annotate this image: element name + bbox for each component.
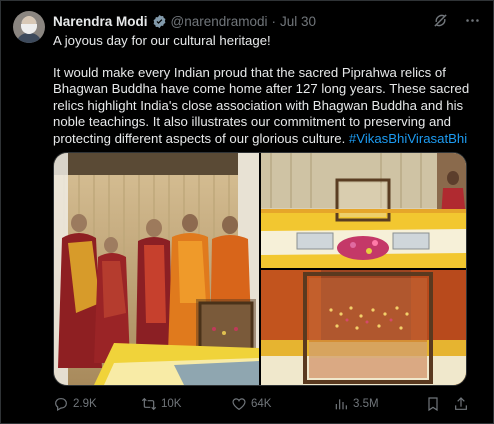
action-bar: 2.9K 10K 64K 3.5M (53, 395, 473, 413)
display-name[interactable]: Narendra Modi (53, 14, 148, 29)
bookmark-icon (425, 396, 441, 412)
tweet-date[interactable]: Jul 30 (280, 14, 316, 29)
avatar[interactable] (13, 11, 45, 43)
views-button[interactable]: 3.5M (333, 395, 379, 413)
photo-relic-frame[interactable] (261, 153, 466, 268)
photo-monks-praying[interactable] (54, 153, 259, 385)
repost-icon (141, 396, 157, 412)
bookmark-button[interactable] (425, 395, 441, 413)
share-icon (453, 396, 469, 412)
like-count: 64K (251, 398, 272, 410)
share-button[interactable] (453, 395, 469, 413)
hashtag-link[interactable]: #VikasBhiVirasatBhi (349, 131, 467, 146)
reply-button[interactable]: 2.9K (53, 395, 97, 413)
like-button[interactable]: 64K (231, 395, 271, 413)
reply-count: 2.9K (73, 398, 97, 410)
views-icon (333, 396, 349, 412)
reply-icon (53, 396, 69, 412)
grok-icon[interactable] (431, 11, 449, 29)
repost-button[interactable]: 10K (141, 395, 181, 413)
photo-relic-closeup[interactable] (261, 270, 466, 385)
verified-badge-icon (152, 14, 167, 29)
tweet-line-1: A joyous day for our cultural heritage! (53, 33, 271, 48)
tweet-card[interactable]: Narendra Modi @narendramodi · Jul 30 A j… (0, 0, 494, 424)
tweet-header: Narendra Modi @narendramodi · Jul 30 (53, 12, 316, 30)
more-icon[interactable] (463, 11, 481, 29)
user-handle[interactable]: @narendramodi (171, 14, 268, 29)
repost-count: 10K (161, 398, 182, 410)
tweet-body: It would make every Indian proud that th… (53, 65, 473, 148)
views-count: 3.5M (353, 398, 379, 410)
tweet-text: A joyous day for our cultural heritage! … (53, 33, 473, 148)
media-grid (53, 152, 467, 386)
like-icon (231, 396, 247, 412)
dot-separator: · (271, 13, 277, 29)
